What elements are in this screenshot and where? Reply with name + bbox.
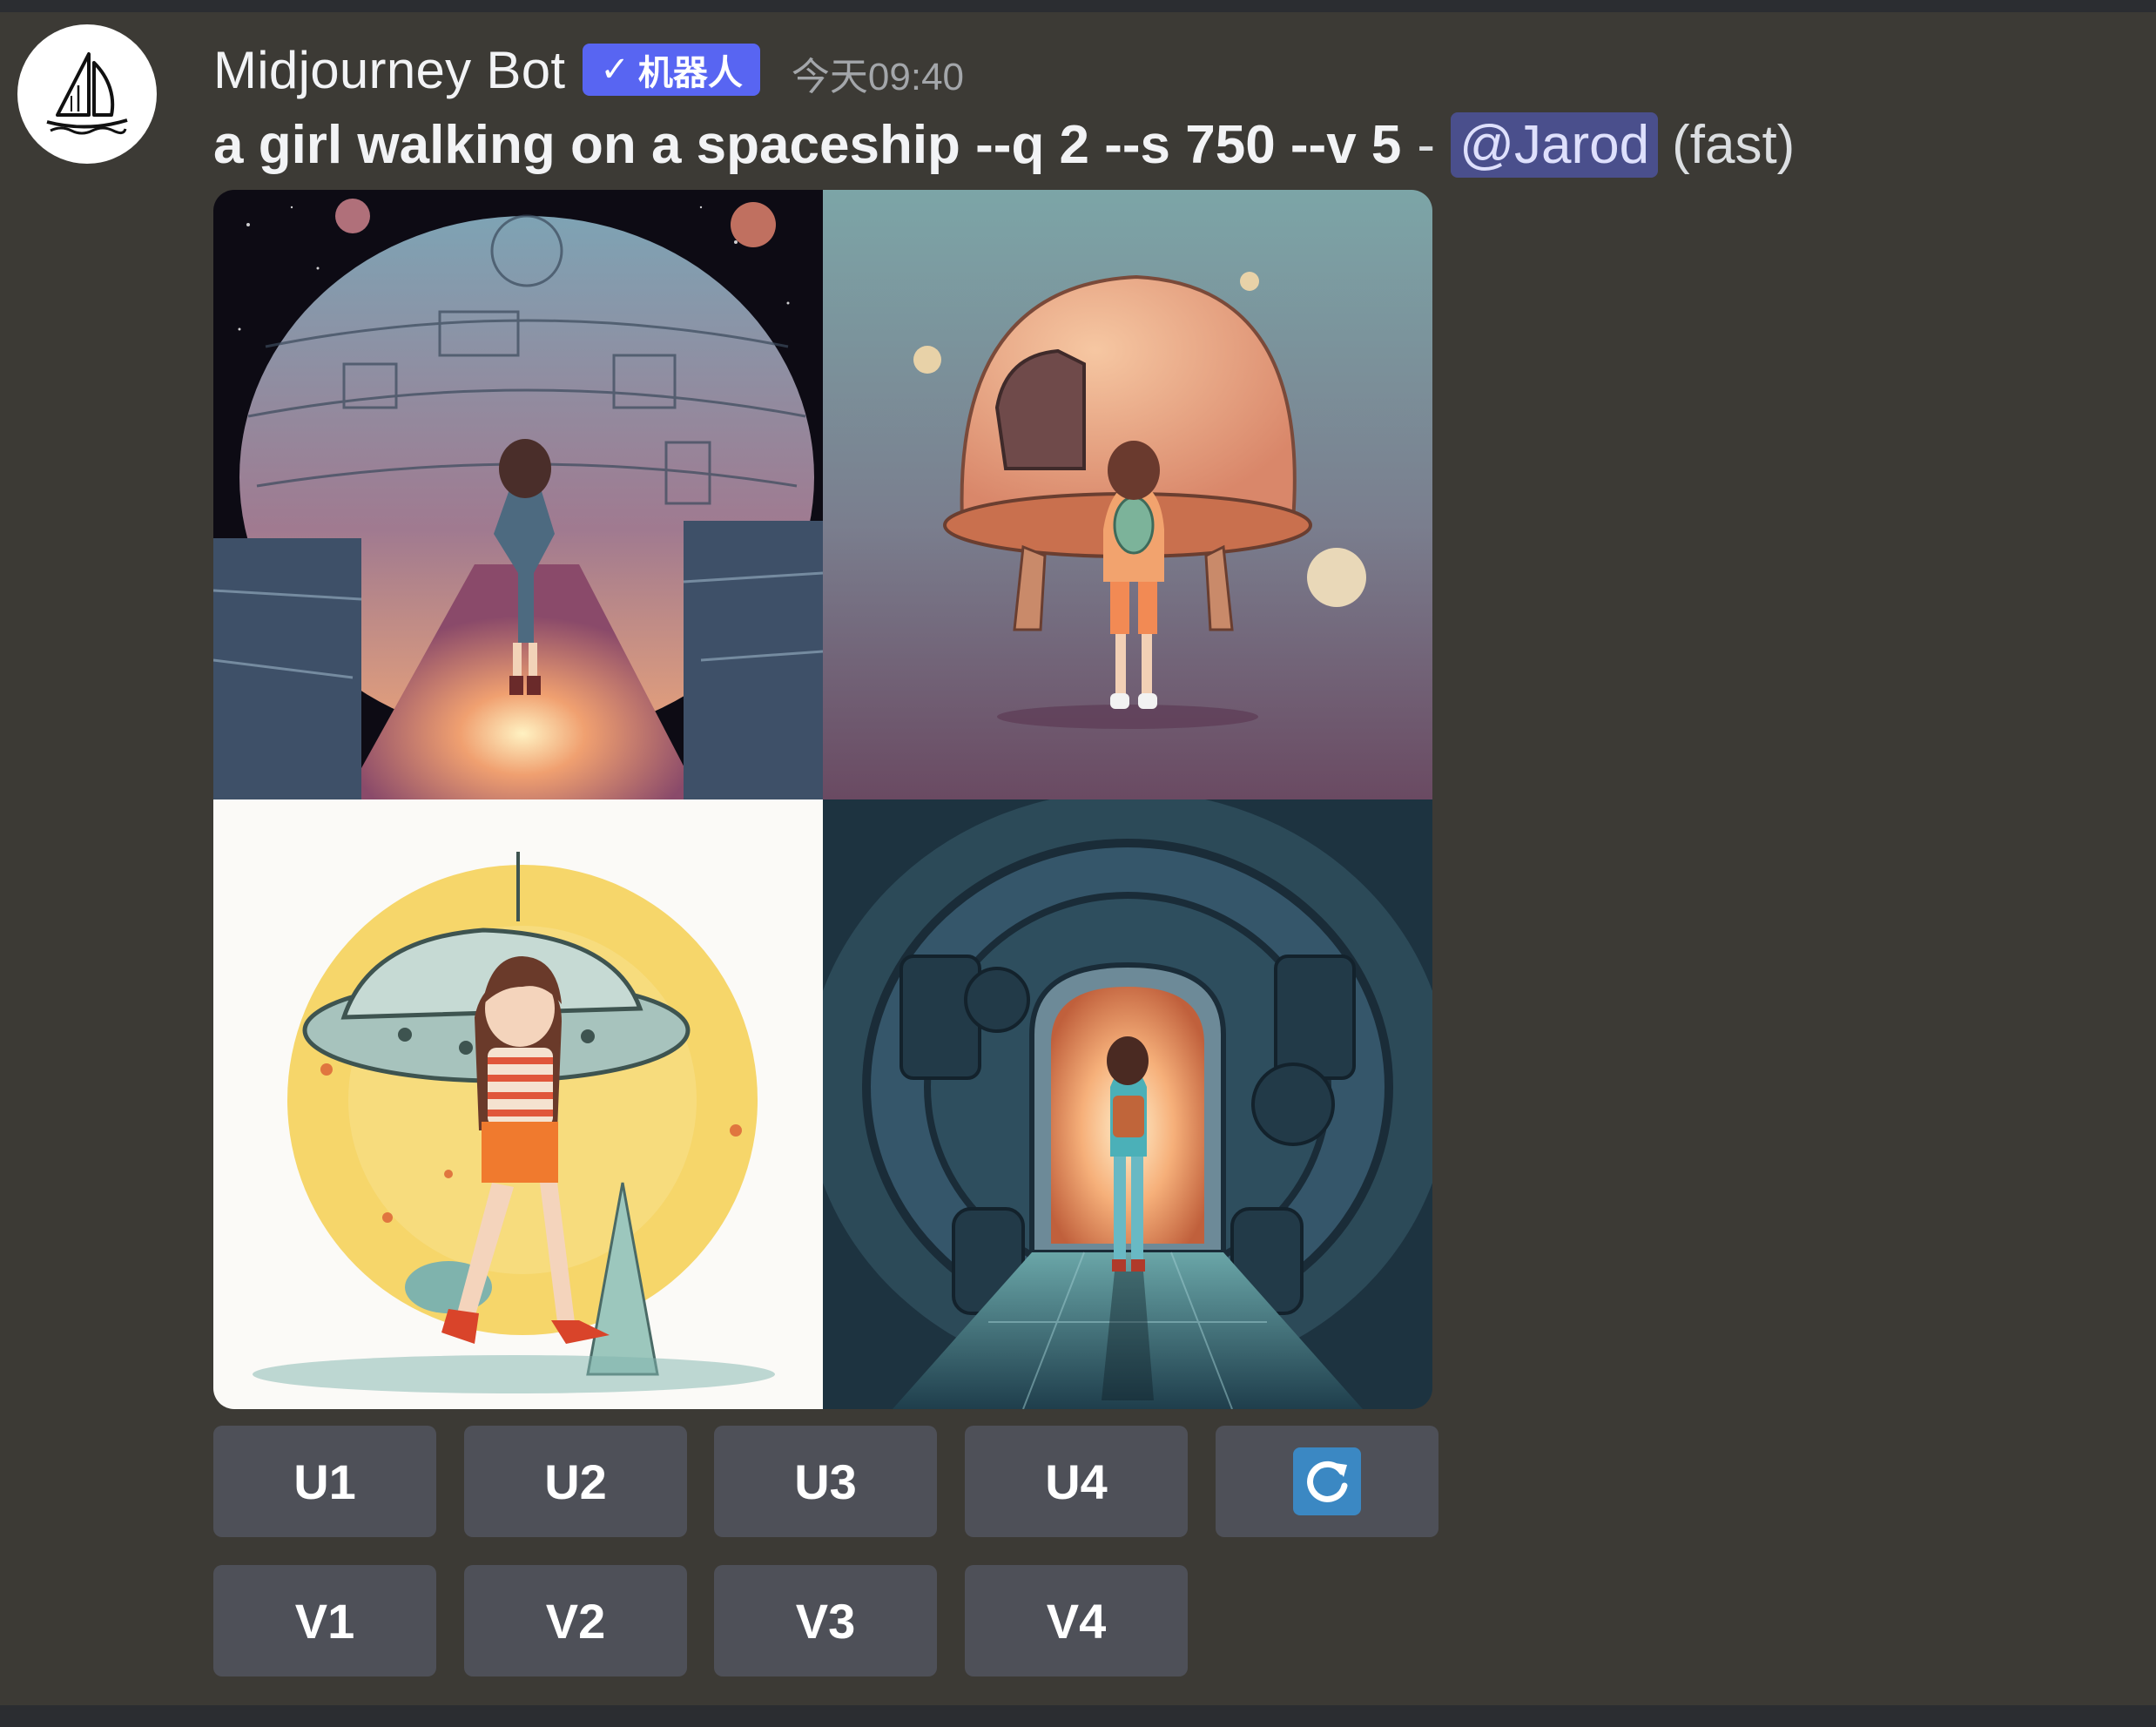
bot-avatar[interactable] xyxy=(17,24,157,164)
message-timestamp[interactable]: 今天09:40 xyxy=(792,38,964,101)
grid-image-3[interactable] xyxy=(213,799,823,1409)
prompt-text: a girl walking on a spaceship --q 2 --s … xyxy=(213,114,1402,175)
message-content: a girl walking on a spaceship --q 2 --s … xyxy=(213,99,1795,190)
verified-check-icon: ✓ xyxy=(600,51,630,89)
author-name[interactable]: Midjourney Bot xyxy=(213,40,565,100)
upscale-1-button[interactable]: U1 xyxy=(213,1426,436,1537)
pod-girl-image xyxy=(823,190,1432,799)
grid-image-4[interactable] xyxy=(823,799,1432,1409)
upscale-4-button[interactable]: U4 xyxy=(965,1426,1188,1537)
bot-badge: ✓ 机器人 xyxy=(583,44,760,96)
speed-label: (fast) xyxy=(1672,114,1796,175)
sailboat-icon xyxy=(46,52,128,135)
tunnel-girl-image xyxy=(823,799,1432,1409)
separator: - xyxy=(1417,114,1436,175)
upscale-3-button[interactable]: U3 xyxy=(714,1426,937,1537)
grid-image-1[interactable] xyxy=(213,190,823,799)
variation-2-button[interactable]: V2 xyxy=(464,1565,687,1676)
user-mention[interactable]: @Jarod xyxy=(1451,111,1659,178)
image-grid[interactable] xyxy=(213,190,1432,1409)
reroll-button[interactable] xyxy=(1216,1426,1438,1537)
variation-4-button[interactable]: V4 xyxy=(965,1565,1188,1676)
chat-message: Midjourney Bot ✓ 机器人 今天09:40 a girl walk… xyxy=(0,12,2156,1705)
flying-saucer-girl-image xyxy=(213,799,823,1409)
variation-3-button[interactable]: V3 xyxy=(714,1565,937,1676)
variation-1-button[interactable]: V1 xyxy=(213,1565,436,1676)
upscale-2-button[interactable]: U2 xyxy=(464,1426,687,1537)
spaceship-planet-girl-image xyxy=(213,190,823,799)
refresh-icon xyxy=(1293,1447,1361,1515)
bot-badge-label: 机器人 xyxy=(637,54,743,92)
grid-image-2[interactable] xyxy=(823,190,1432,799)
